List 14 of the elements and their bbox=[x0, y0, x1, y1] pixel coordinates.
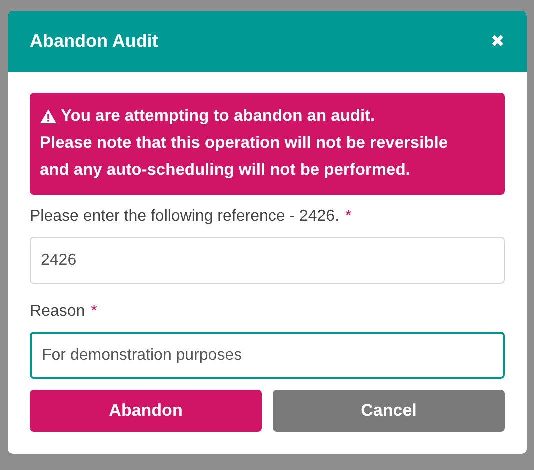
warning-icon bbox=[40, 109, 57, 124]
input-field[interactable]: For demonstration purposes bbox=[30, 332, 505, 379]
warning-text: You are attempting to abandon an audit. bbox=[61, 106, 376, 127]
warning-text: and any auto-scheduling will not be performed. bbox=[40, 160, 410, 181]
field-label: Please enter the following reference - 2426. bbox=[30, 207, 340, 227]
required-mark: * bbox=[91, 302, 98, 322]
dialog-title: Abandon Audit bbox=[30, 31, 158, 52]
field-label: Reason bbox=[30, 302, 86, 322]
close-button[interactable]: ✖ bbox=[490, 32, 505, 52]
abandon-button[interactable]: Abandon bbox=[30, 390, 262, 432]
warning-text: Please note that this operation will not be reversible bbox=[40, 133, 448, 154]
input-field[interactable]: 2426 bbox=[30, 237, 505, 284]
required-mark: * bbox=[346, 207, 352, 227]
cancel-button[interactable]: Cancel bbox=[273, 390, 505, 432]
